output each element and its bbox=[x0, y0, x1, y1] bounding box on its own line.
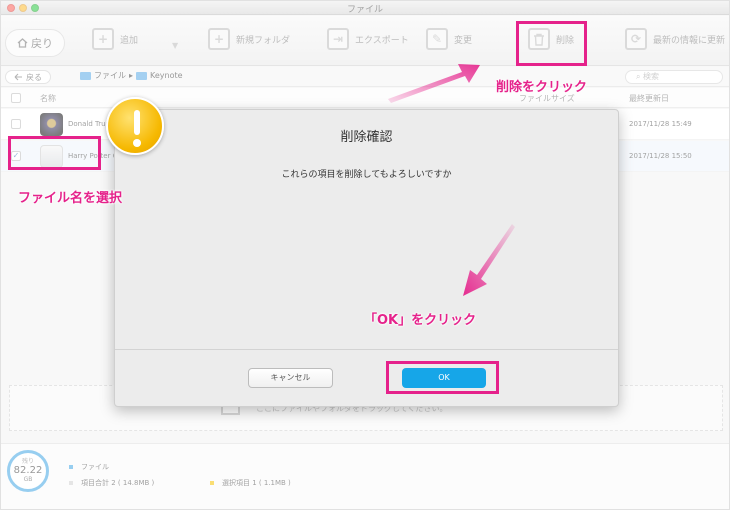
annotation-ok-click: 「OK」をクリック bbox=[364, 313, 477, 328]
warning-icon bbox=[106, 97, 164, 155]
annotation-delete-click: 削除をクリック bbox=[496, 80, 588, 95]
annotation-select-file: ファイル名を選択 bbox=[18, 191, 123, 206]
arrow-to-delete-icon bbox=[388, 64, 480, 103]
annotation-arrows bbox=[388, 64, 515, 296]
arrow-to-ok-icon bbox=[463, 224, 515, 296]
